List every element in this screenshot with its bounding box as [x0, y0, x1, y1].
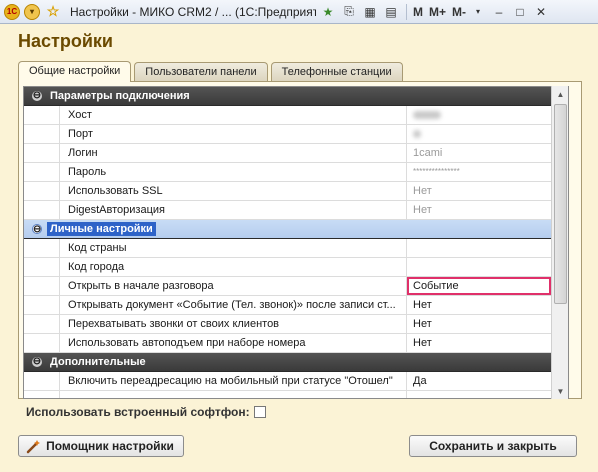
setting-value[interactable]: Нет — [407, 296, 551, 314]
setting-value[interactable]: Нет — [407, 315, 551, 333]
redacted-value — [413, 130, 421, 139]
vertical-scrollbar[interactable]: ▲ ▼ — [551, 86, 568, 399]
setting-name: Хост — [60, 106, 407, 124]
memory-minus-button[interactable]: M- — [452, 5, 466, 19]
setting-name: Логин — [60, 144, 407, 162]
setting-name: Использовать SSL — [60, 182, 407, 200]
setting-value-redacted[interactable] — [407, 106, 551, 124]
softphone-checkbox[interactable] — [253, 406, 266, 418]
tab-strip: Общие настройки Пользователи панели Теле… — [18, 61, 406, 82]
favorite-star-icon[interactable]: ☆ — [46, 3, 60, 20]
minimize-icon[interactable]: – — [490, 3, 508, 21]
setting-row-country-code[interactable]: Код страны — [24, 239, 568, 258]
save-and-close-button[interactable]: Сохранить и закрыть — [409, 435, 577, 457]
page-title: Настройки — [18, 31, 113, 51]
setting-row-host[interactable]: Хост — [24, 106, 568, 125]
setting-row-partial[interactable] — [24, 391, 568, 398]
softphone-label: Использовать встроенный софтфон: — [26, 405, 250, 419]
bookmark-icon[interactable]: ⎘ — [340, 3, 358, 21]
setting-value[interactable]: Нет — [407, 201, 551, 219]
settings-grid: ⊖ Параметры подключения Хост Порт Логин … — [23, 86, 569, 399]
setting-name: Открывать документ «Событие (Тел. звонок… — [60, 296, 407, 314]
setting-name: Перехватывать звонки от своих клиентов — [60, 315, 407, 333]
collapse-icon[interactable]: ⊖ — [32, 224, 42, 235]
tab-general-settings[interactable]: Общие настройки — [18, 61, 132, 82]
setting-row-intercept-calls[interactable]: Перехватывать звонки от своих клиентов Н… — [24, 315, 568, 334]
softphone-option: Использовать встроенный софтфон: — [26, 405, 266, 419]
group-label: Личные настройки — [47, 222, 156, 236]
setting-name: Открыть в начале разговора — [60, 277, 407, 295]
setting-row-port[interactable]: Порт — [24, 125, 568, 144]
window-title: Настройки - МИКО CRM2 / ... (1С:Предприя… — [70, 4, 316, 19]
setting-row-open-event-document[interactable]: Открывать документ «Событие (Тел. звонок… — [24, 296, 568, 315]
setting-value-redacted[interactable] — [407, 125, 551, 143]
tab-panel-users[interactable]: Пользователи панели — [134, 62, 268, 81]
close-icon[interactable]: ✕ — [532, 3, 550, 21]
toolbar-divider — [406, 3, 407, 20]
maximize-icon[interactable]: □ — [511, 3, 529, 21]
setting-row-mobile-forwarding[interactable]: Включить переадресацию на мобильный при … — [24, 372, 568, 391]
group-additional[interactable]: ⊖ Дополнительные — [24, 353, 568, 372]
1c-logo-icon[interactable]: 1С — [4, 3, 20, 20]
scroll-down-icon[interactable]: ▼ — [552, 383, 569, 399]
setting-name: Код города — [60, 258, 407, 276]
setting-row-password[interactable]: Пароль *************** — [24, 163, 568, 182]
setting-row-auto-answer[interactable]: Использовать автоподъем при наборе номер… — [24, 334, 568, 353]
title-bar: 1С ▾ ☆ Настройки - МИКО CRM2 / ... (1С:П… — [0, 0, 598, 24]
setting-name: Использовать автоподъем при наборе номер… — [60, 334, 407, 352]
setting-value[interactable]: 1cami — [407, 144, 551, 162]
redacted-value — [413, 111, 441, 120]
setting-value-highlighted[interactable]: Событие — [407, 277, 551, 295]
setting-row-city-code[interactable]: Код города — [24, 258, 568, 277]
setup-wizard-button[interactable]: Помощник настройки — [18, 435, 184, 457]
setting-value[interactable]: Нет — [407, 182, 551, 200]
setting-row-digest-auth[interactable]: DigestАвторизация Нет — [24, 201, 568, 220]
setting-value[interactable]: Нет — [407, 334, 551, 352]
wizard-wand-icon — [26, 440, 40, 454]
scroll-thumb[interactable] — [554, 104, 567, 304]
memory-button[interactable]: M — [413, 5, 423, 19]
collapse-icon[interactable]: ⊖ — [32, 91, 42, 101]
calendar-icon[interactable]: ▤ — [382, 3, 400, 21]
collapse-icon[interactable]: ⊖ — [32, 357, 42, 367]
wizard-button-label: Помощник настройки — [46, 439, 174, 453]
setting-row-use-ssl[interactable]: Использовать SSL Нет — [24, 182, 568, 201]
setting-value[interactable]: *************** — [407, 163, 551, 181]
setting-name: DigestАвторизация — [60, 201, 407, 219]
setting-value[interactable] — [407, 239, 551, 257]
memory-plus-button[interactable]: M+ — [429, 5, 446, 19]
setting-value[interactable]: Да — [407, 372, 551, 390]
add-favorite-icon[interactable]: ★ — [319, 3, 337, 21]
scroll-up-icon[interactable]: ▲ — [552, 86, 569, 102]
setting-name: Порт — [60, 125, 407, 143]
tab-phone-stations[interactable]: Телефонные станции — [270, 62, 403, 81]
group-label: Дополнительные — [50, 356, 146, 368]
main-menu-icon[interactable]: ▾ — [24, 3, 40, 20]
setting-name: Код страны — [60, 239, 407, 257]
setting-row-open-at-call-start[interactable]: Открыть в начале разговора Событие — [24, 277, 568, 296]
group-label: Параметры подключения — [50, 90, 190, 102]
calculator-icon[interactable]: ▦ — [361, 3, 379, 21]
group-connection-params[interactable]: ⊖ Параметры подключения — [24, 87, 568, 106]
setting-value[interactable] — [407, 258, 551, 276]
setting-row-login[interactable]: Логин 1cami — [24, 144, 568, 163]
setting-name: Пароль — [60, 163, 407, 181]
dropdown-icon[interactable]: ▾ — [469, 3, 487, 21]
group-personal-settings[interactable]: ⊖ Личные настройки — [24, 220, 568, 239]
setting-name: Включить переадресацию на мобильный при … — [60, 372, 407, 390]
